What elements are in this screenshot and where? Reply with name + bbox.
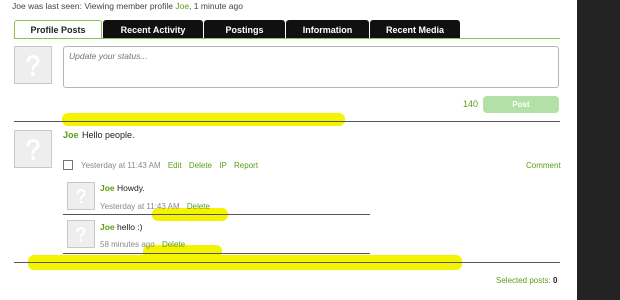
placeholder-avatar-icon [76, 227, 86, 242]
delete-link[interactable]: Delete [189, 161, 212, 170]
comment-link[interactable]: Comment [526, 161, 561, 170]
last-seen-activity: Viewing member profile [84, 1, 173, 11]
placeholder-avatar-icon [76, 189, 86, 204]
last-seen-time: , 1 minute ago [189, 1, 243, 11]
section-divider [14, 262, 560, 263]
tab-postings[interactable]: Postings [204, 20, 285, 38]
post-meta: Yesterday at 11:43 AM Edit Delete IP Rep… [81, 161, 263, 170]
last-seen-prefix: Joe was last seen: [12, 1, 82, 11]
post-button[interactable]: Post [483, 96, 559, 113]
comment-author-link[interactable]: Joe [100, 222, 115, 232]
last-seen-line: Joe was last seen: Viewing member profil… [12, 1, 243, 11]
comment-text: hello :) [117, 222, 143, 232]
report-link[interactable]: Report [234, 161, 258, 170]
comment-avatar[interactable] [67, 182, 95, 210]
avatar[interactable] [14, 130, 52, 168]
comment-text: Howdy. [117, 183, 145, 193]
ip-link[interactable]: IP [219, 161, 227, 170]
selected-posts-counter: Selected posts: 0 [496, 276, 557, 285]
right-dark-panel [577, 0, 620, 300]
tab-recent-media[interactable]: Recent Media [370, 20, 460, 38]
comment-delete-link[interactable]: Delete [162, 240, 185, 249]
tab-underline [14, 38, 560, 39]
comment-author-link[interactable]: Joe [100, 183, 115, 193]
comment-avatar[interactable] [67, 220, 95, 248]
tab-recent-activity[interactable]: Recent Activity [103, 20, 203, 38]
selected-posts-label: Selected posts: [496, 276, 551, 285]
comment-timestamp: 58 minutes ago [100, 240, 155, 249]
select-post-checkbox[interactable] [63, 160, 73, 170]
last-seen-user-link[interactable]: Joe [175, 1, 189, 11]
placeholder-avatar-icon [26, 139, 40, 160]
section-divider [14, 121, 560, 122]
comment-meta: Yesterday at 11:43 AM Delete [100, 202, 215, 211]
comment-meta: 58 minutes ago Delete [100, 240, 190, 249]
avatar[interactable] [14, 46, 52, 84]
comment-divider [63, 214, 370, 215]
post-timestamp: Yesterday at 11:43 AM [81, 161, 161, 170]
selected-posts-count: 0 [552, 276, 558, 285]
comment-divider [63, 253, 370, 254]
post-author-link[interactable]: Joe [63, 130, 79, 140]
comment-delete-link[interactable]: Delete [187, 202, 210, 211]
tab-profile-posts[interactable]: Profile Posts [14, 20, 102, 39]
tab-information[interactable]: Information [286, 20, 369, 38]
status-input[interactable] [63, 46, 559, 88]
comment-timestamp: Yesterday at 11:43 AM [100, 202, 180, 211]
post-text: Hello people. [82, 130, 135, 140]
char-counter: 140 [463, 99, 479, 109]
placeholder-avatar-icon [26, 55, 40, 76]
edit-link[interactable]: Edit [168, 161, 182, 170]
highlight-mark [62, 113, 345, 126]
